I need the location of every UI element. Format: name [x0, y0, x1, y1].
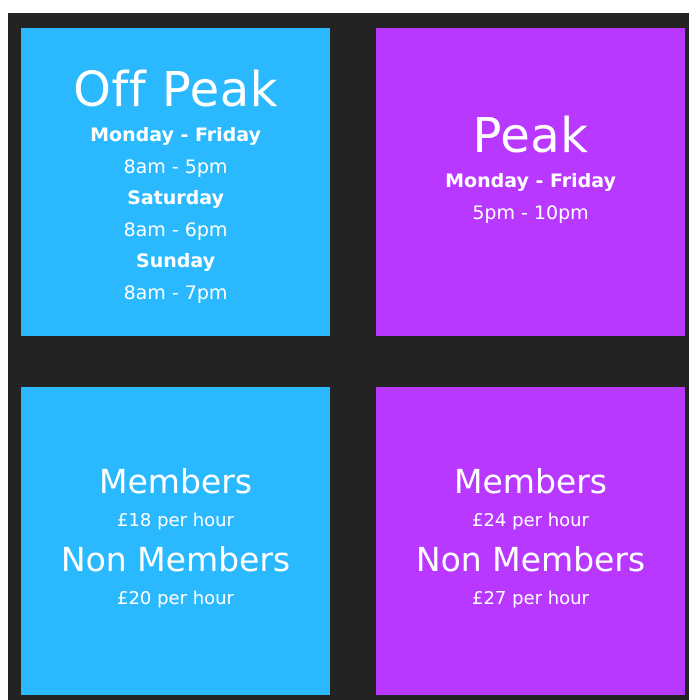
off-peak-sunday-hours: 8am - 7pm [123, 282, 228, 304]
off-peak-prices-tile: Members £18 per hour Non Members £20 per… [21, 387, 330, 695]
peak-weekday-hours: 5pm - 10pm [472, 202, 589, 224]
off-peak-sunday-label: Sunday [136, 250, 215, 272]
off-peak-members-label: Members [99, 462, 252, 501]
off-peak-weekday-label: Monday - Friday [90, 124, 261, 146]
off-peak-hours-tile: Off Peak Monday - Friday 8am - 5pm Satur… [21, 28, 330, 336]
off-peak-non-members-label: Non Members [60, 540, 291, 579]
peak-non-members-price: £27 per hour [472, 588, 589, 609]
peak-hours-tile: Peak Monday - Friday 5pm - 10pm [376, 28, 685, 336]
peak-non-members-label: Non Members [415, 540, 646, 579]
peak-members-label: Members [454, 462, 607, 501]
off-peak-non-members-price: £20 per hour [117, 588, 234, 609]
peak-members-price: £24 per hour [472, 510, 589, 531]
off-peak-title: Off Peak [73, 62, 278, 118]
off-peak-members-price: £18 per hour [117, 510, 234, 531]
peak-title: Peak [472, 108, 589, 164]
off-peak-weekday-hours: 8am - 5pm [123, 156, 228, 178]
pricing-grid: Off Peak Monday - Friday 8am - 5pm Satur… [8, 13, 689, 700]
peak-prices-tile: Members £24 per hour Non Members £27 per… [376, 387, 685, 695]
off-peak-saturday-hours: 8am - 6pm [123, 219, 228, 241]
peak-weekday-label: Monday - Friday [445, 170, 616, 192]
off-peak-saturday-label: Saturday [127, 187, 224, 209]
